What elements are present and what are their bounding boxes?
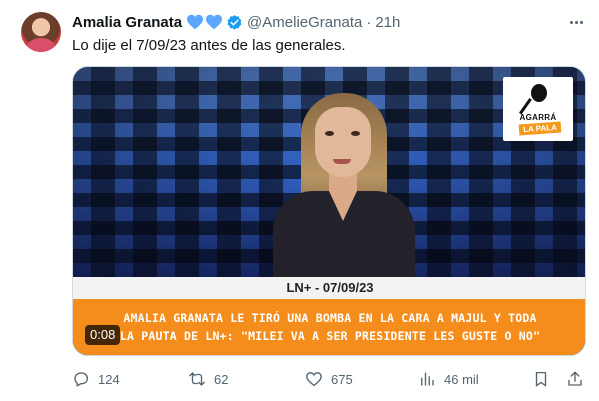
share-button[interactable] bbox=[566, 368, 584, 390]
blue-heart-icon bbox=[187, 14, 204, 30]
share-icon bbox=[568, 371, 582, 386]
like-count: 675 bbox=[331, 371, 353, 387]
more-dot bbox=[569, 20, 573, 24]
repost-button[interactable]: 62 bbox=[188, 368, 228, 390]
person-eye-left bbox=[325, 131, 334, 136]
blue-heart-icon bbox=[206, 14, 223, 30]
date-bar-text: LN+ - 07/09/23 bbox=[286, 280, 374, 295]
timestamp[interactable]: 21h bbox=[375, 14, 400, 31]
headline-banner: AMALIA GRANATA LE TIRÓ UNA BOMBA EN LA C… bbox=[73, 299, 585, 355]
logo-text-top: AGARRÁ bbox=[519, 113, 557, 122]
video-duration: 0:08 bbox=[85, 325, 121, 345]
person-face bbox=[315, 107, 371, 177]
bookmark-icon bbox=[535, 371, 547, 387]
bookmark-button[interactable] bbox=[532, 368, 550, 390]
video-player[interactable]: AGARRÁ LA PALA LN+ - 07/09/23 AMALIA GRA… bbox=[72, 66, 586, 356]
separator: · bbox=[366, 13, 372, 31]
avatar[interactable] bbox=[21, 12, 61, 52]
reply-icon bbox=[74, 372, 89, 387]
views-button[interactable]: 46 mil bbox=[418, 368, 479, 390]
logo-text-bottom: LA PALA bbox=[518, 121, 562, 136]
name-emoji bbox=[186, 14, 223, 30]
display-name[interactable]: Amalia Granata bbox=[72, 14, 182, 31]
heart-icon bbox=[306, 372, 322, 387]
headline-line-2: LA PAUTA DE LN+: "MILEI VA A SER PRESIDE… bbox=[119, 329, 541, 343]
person-mouth bbox=[333, 159, 351, 164]
tweet-card[interactable]: Amalia Granata @AmelieGranata · 21h Lo d… bbox=[0, 0, 599, 401]
more-dot bbox=[579, 20, 583, 24]
person-eye-right bbox=[351, 131, 360, 136]
reply-button[interactable]: 124 bbox=[72, 368, 120, 390]
reply-count: 124 bbox=[98, 371, 120, 387]
video-frame-person bbox=[253, 87, 433, 281]
more-options-button[interactable] bbox=[566, 13, 586, 31]
action-bar: 124 62 675 46 mil bbox=[72, 368, 586, 392]
shovel-icon bbox=[519, 84, 547, 115]
view-count: 46 mil bbox=[444, 371, 479, 387]
tweet-text: Lo dije el 7/09/23 antes de las generale… bbox=[72, 37, 346, 54]
tweet-header: Amalia Granata @AmelieGranata · 21h bbox=[72, 12, 400, 32]
like-button[interactable]: 675 bbox=[305, 368, 353, 390]
repost-count: 62 bbox=[214, 371, 229, 387]
channel-logo: AGARRÁ LA PALA bbox=[503, 77, 573, 141]
analytics-icon bbox=[421, 372, 434, 386]
repost-icon bbox=[189, 372, 205, 386]
headline-line-1: AMALIA GRANATA LE TIRÓ UNA BOMBA EN LA C… bbox=[123, 311, 537, 325]
date-bar: LN+ - 07/09/23 bbox=[73, 277, 585, 299]
more-dot bbox=[574, 20, 578, 24]
verified-badge-icon[interactable] bbox=[226, 14, 243, 31]
handle[interactable]: @AmelieGranata bbox=[247, 14, 362, 31]
